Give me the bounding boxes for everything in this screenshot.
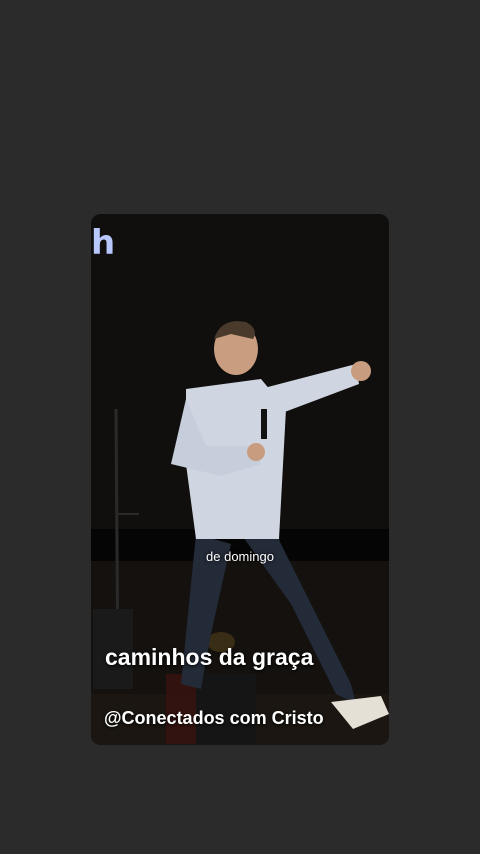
- caption-title: caminhos da graça: [105, 644, 314, 670]
- story-video-card[interactable]: h de domingo caminhos da graça @Conectad…: [91, 214, 389, 745]
- caption-handle[interactable]: @Conectados com Cristo: [104, 708, 324, 729]
- video-subtitle: de domingo: [206, 549, 274, 564]
- channel-logo-mark: h: [91, 223, 116, 263]
